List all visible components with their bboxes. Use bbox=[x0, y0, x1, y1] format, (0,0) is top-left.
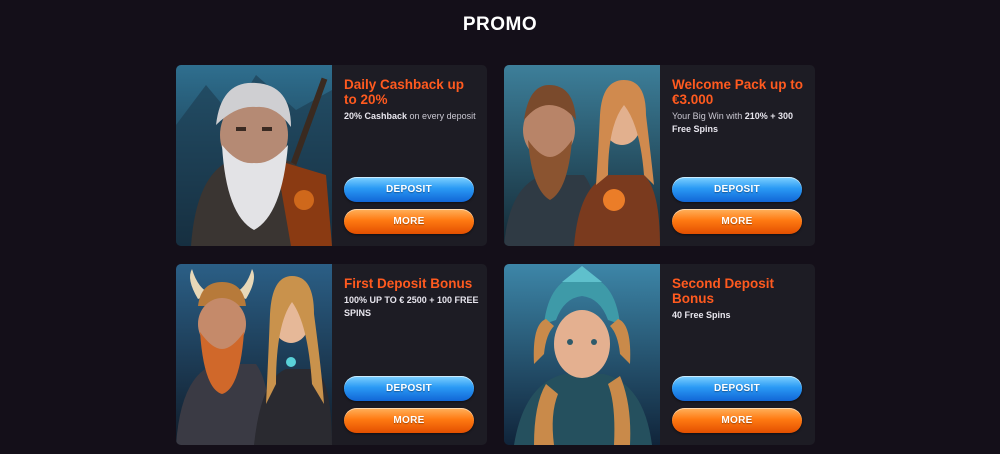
more-button[interactable]: MORE bbox=[344, 408, 474, 433]
promo-info: Daily Cashback up to 20% 20% Cashback on… bbox=[344, 77, 480, 123]
promo-page: PROMO Daily Cashback up to 20% 20% Cashb… bbox=[0, 0, 1000, 454]
promo-description: 20% Cashback on every deposit bbox=[344, 110, 480, 123]
page-title: PROMO bbox=[462, 14, 538, 35]
promo-description: 40 Free Spins bbox=[672, 309, 808, 322]
promo-description-highlight: 100% UP TO € 2500 + 100 FREE SPINS bbox=[344, 295, 479, 318]
promo-info: First Deposit Bonus 100% UP TO € 2500 + … bbox=[344, 276, 480, 320]
promo-art-viking-couple bbox=[504, 65, 660, 246]
promo-description-text: on every deposit bbox=[407, 111, 476, 121]
promo-description-highlight: 20% Cashback bbox=[344, 111, 408, 121]
promo-description-highlight: 40 Free Spins bbox=[672, 310, 731, 320]
more-button[interactable]: MORE bbox=[672, 408, 802, 433]
promo-info: Second Deposit Bonus 40 Free Spins bbox=[672, 276, 808, 322]
promo-description: 100% UP TO € 2500 + 100 FREE SPINS bbox=[344, 294, 480, 320]
deposit-button[interactable]: DEPOSIT bbox=[344, 376, 474, 401]
promo-card-second-deposit: Second Deposit Bonus 40 Free Spins DEPOS… bbox=[504, 264, 815, 445]
promo-title: Welcome Pack up to €3.000 bbox=[672, 77, 804, 107]
more-button[interactable]: MORE bbox=[344, 209, 474, 234]
promo-art-old-viking bbox=[176, 65, 332, 246]
deposit-button[interactable]: DEPOSIT bbox=[344, 177, 474, 202]
promo-card-first-deposit: First Deposit Bonus 100% UP TO € 2500 + … bbox=[176, 264, 487, 445]
deposit-button[interactable]: DEPOSIT bbox=[672, 376, 802, 401]
promo-title: Daily Cashback up to 20% bbox=[344, 77, 465, 107]
promo-title: First Deposit Bonus bbox=[344, 276, 473, 291]
promo-title: Second Deposit Bonus bbox=[672, 276, 775, 306]
promo-card-daily-cashback: Daily Cashback up to 20% 20% Cashback on… bbox=[176, 65, 487, 246]
promo-art-horned-viking bbox=[176, 264, 332, 445]
more-button[interactable]: MORE bbox=[672, 209, 802, 234]
promo-description: Your Big Win with 210% + 300 Free Spins bbox=[672, 110, 808, 136]
deposit-button[interactable]: DEPOSIT bbox=[672, 177, 802, 202]
promo-info: Welcome Pack up to €3.000 Your Big Win w… bbox=[672, 77, 808, 136]
promo-description-text: Your Big Win with bbox=[672, 111, 745, 121]
promo-art-valkyrie bbox=[504, 264, 660, 445]
promo-card-welcome-pack: Welcome Pack up to €3.000 Your Big Win w… bbox=[504, 65, 815, 246]
